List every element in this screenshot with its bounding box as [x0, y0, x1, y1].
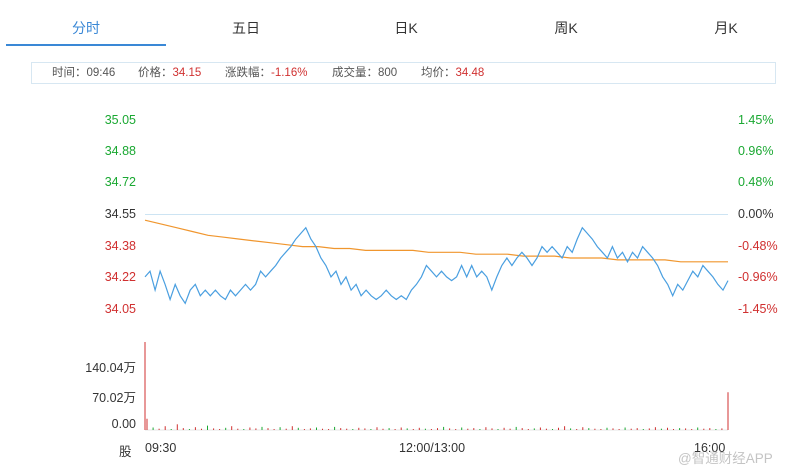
average-price-line	[144, 219, 728, 263]
volume-bars	[146, 392, 729, 430]
price-line	[144, 226, 729, 305]
intraday-chart	[144, 214, 729, 431]
watermark: @智通财经APP	[678, 451, 773, 466]
